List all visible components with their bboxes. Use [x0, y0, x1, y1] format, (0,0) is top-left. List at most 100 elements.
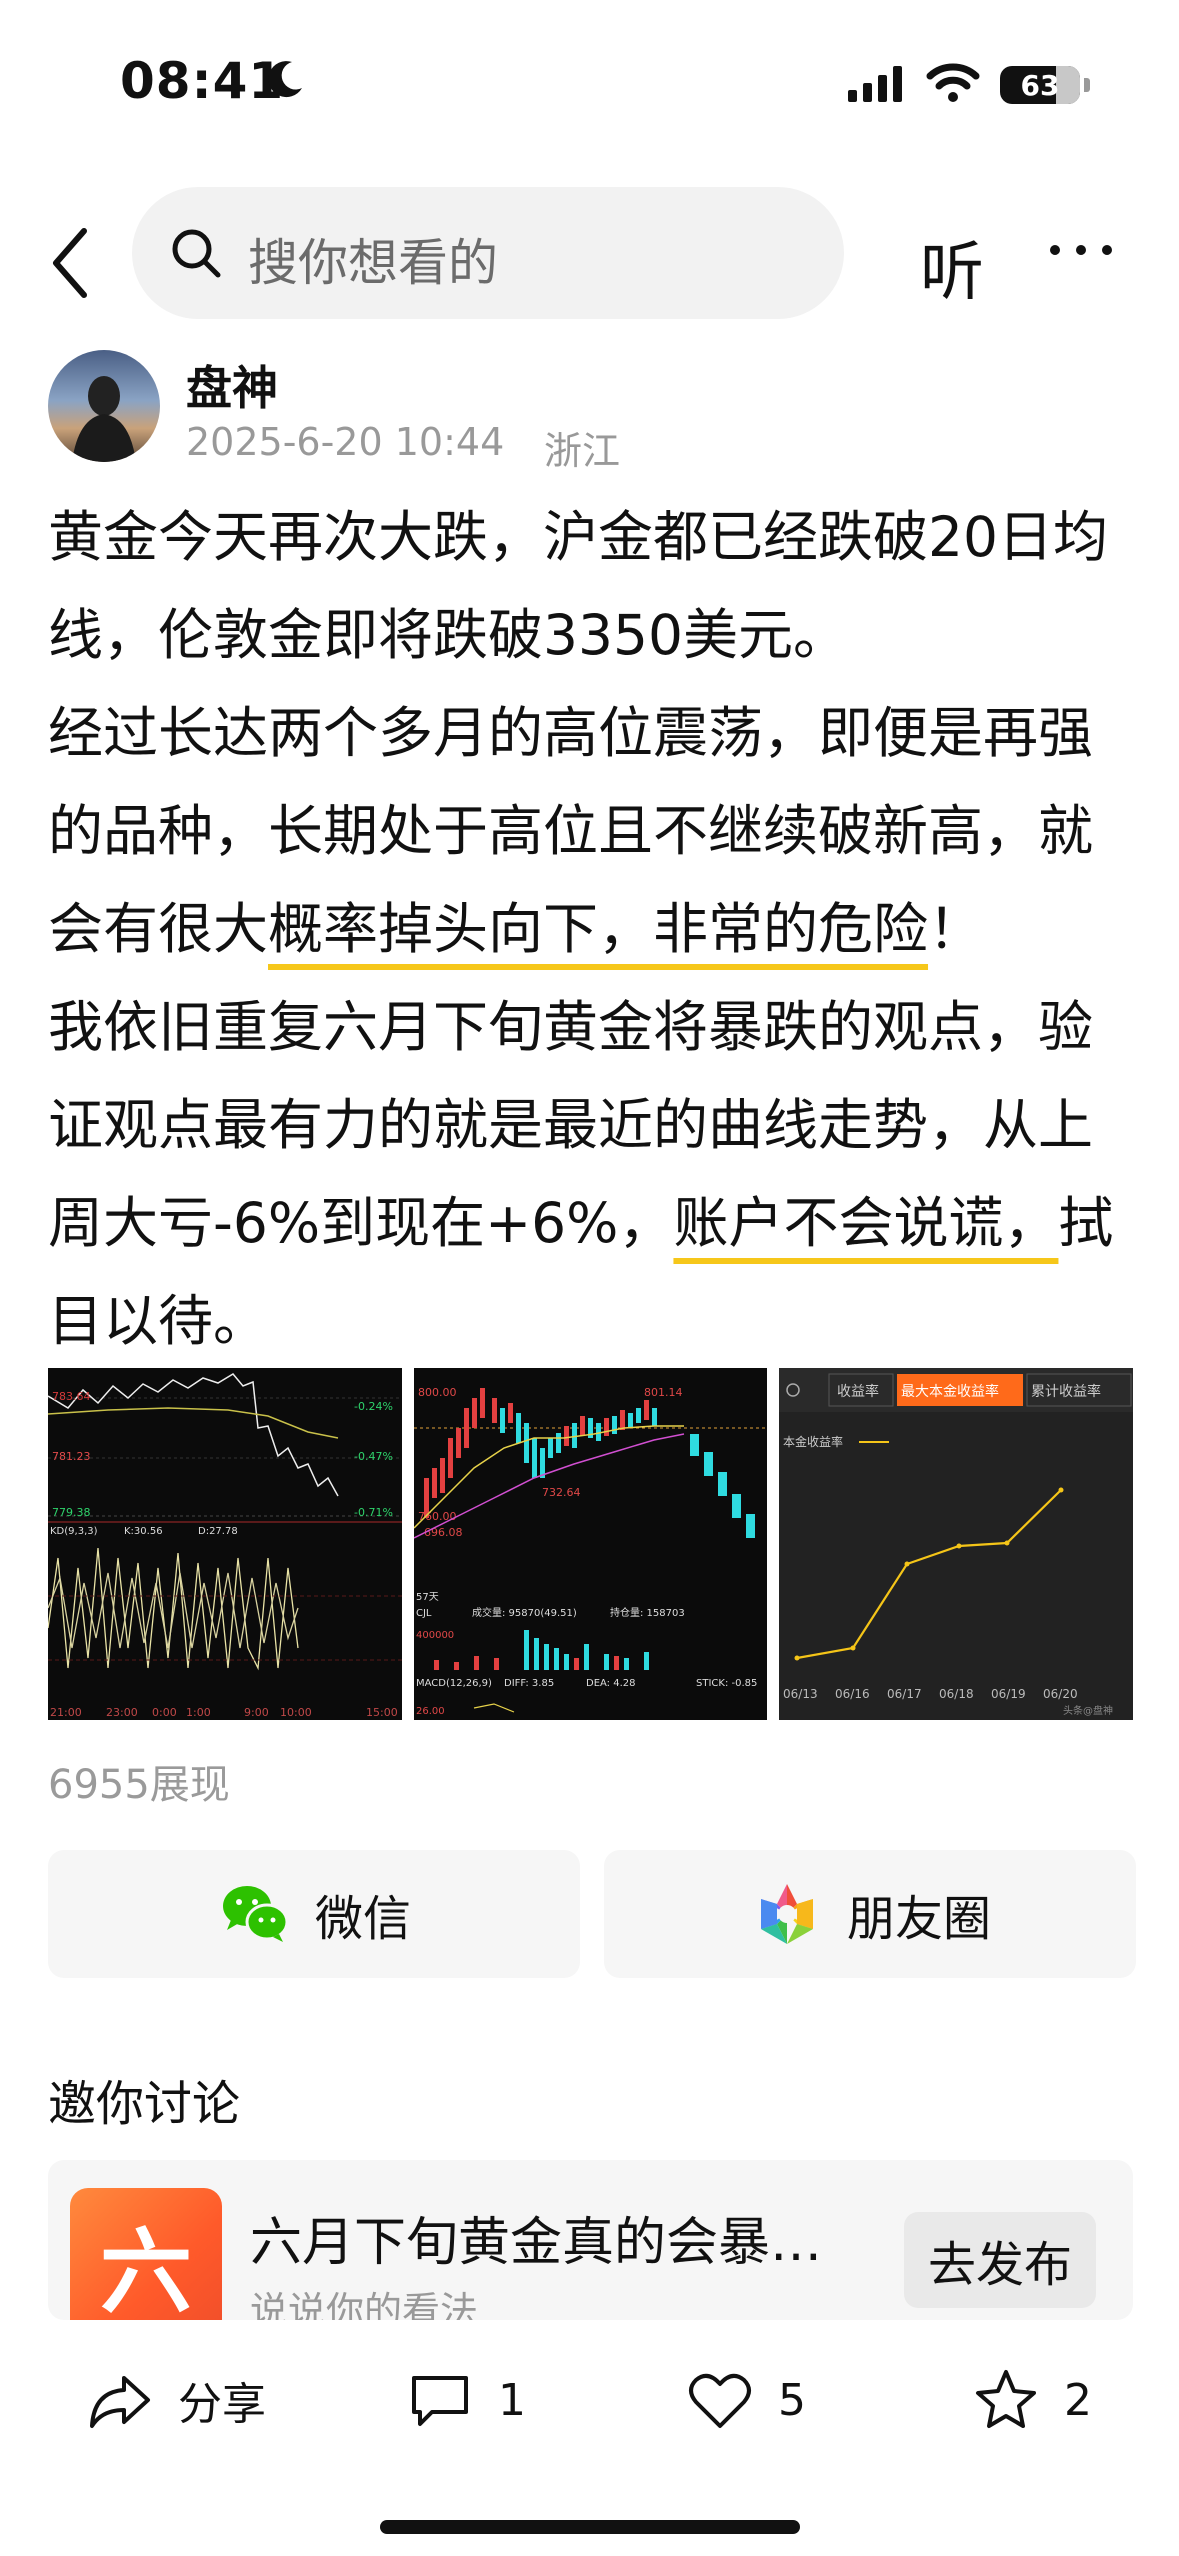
- status-bar: 08:41 63: [0, 0, 1179, 170]
- svg-text:06/20: 06/20: [1043, 1687, 1078, 1701]
- comment-icon: [412, 2376, 468, 2426]
- data-point: [956, 1543, 962, 1549]
- status-time: 08:41: [120, 52, 285, 110]
- impressions-count: 6955展现: [48, 1762, 230, 1808]
- wechat-icon: [222, 1886, 289, 1942]
- svg-text:06/13: 06/13: [783, 1687, 818, 1701]
- favorite-count: 2: [1064, 2374, 1092, 2426]
- chart-image-3[interactable]: 收益率 最大本金收益率 累计收益率 本金收益率 06/13 06/16 06/1…: [779, 1368, 1134, 1720]
- svg-text:持仓量: 158703: 持仓量: 158703: [610, 1606, 685, 1619]
- svg-text:732.64: 732.64: [542, 1486, 581, 1499]
- highlighted-text: 概率掉头向下，非常的危险: [268, 897, 929, 961]
- svg-text:23:00: 23:00: [106, 1706, 138, 1719]
- share-moments-label: 朋友圈: [846, 1891, 991, 1947]
- svg-text:DIFF: 3.85: DIFF: 3.85: [504, 1678, 554, 1689]
- top-nav: 搜你想看的 听: [0, 185, 1179, 325]
- like-count: 5: [778, 2374, 806, 2426]
- paragraph-1: 黄金今天再次大跌，沪金都已经跌破20日均线，伦敦金即将跌破3350美元。: [48, 505, 1108, 667]
- moments-icon: [760, 1884, 813, 1944]
- svg-text:06/18: 06/18: [939, 1687, 974, 1701]
- svg-text:-0.24%: -0.24%: [354, 1400, 393, 1413]
- moon-icon: [268, 61, 302, 98]
- post-time: 2025-6-20 10:44: [186, 420, 505, 464]
- svg-text:760.00: 760.00: [418, 1510, 457, 1523]
- data-point: [904, 1561, 910, 1567]
- svg-text:783.64: 783.64: [52, 1390, 91, 1403]
- post-content: 黄金今天再次大跌，沪金都已经跌破20日均线，伦敦金即将跌破3350美元。 经过长…: [48, 488, 1138, 1370]
- topic-thumbnail: 六: [70, 2188, 222, 2320]
- listen-button[interactable]: 听: [920, 221, 984, 313]
- cellular-signal-icon: [848, 66, 902, 102]
- svg-text:头条@盘神: 头条@盘神: [1063, 1704, 1113, 1717]
- svg-text:800.00: 800.00: [418, 1386, 457, 1399]
- svg-text:DEA: 4.28: DEA: 4.28: [586, 1678, 636, 1689]
- battery-icon: 63: [1000, 66, 1080, 104]
- svg-text:06/17: 06/17: [887, 1687, 922, 1701]
- svg-text:9:00: 9:00: [244, 1706, 269, 1719]
- favorite-action[interactable]: 2: [972, 2366, 1092, 2434]
- svg-text:-0.47%: -0.47%: [354, 1450, 393, 1463]
- svg-text:801.14: 801.14: [644, 1386, 683, 1399]
- svg-text:10:00: 10:00: [280, 1706, 312, 1719]
- home-indicator: [380, 2520, 800, 2534]
- svg-text:1:00: 1:00: [186, 1706, 211, 1719]
- paragraph-2: 经过长达两个多月的高位震荡，即便是再强的品种，长期处于高位且不继续破新高，就会有…: [48, 701, 1094, 961]
- data-point: [1058, 1487, 1064, 1493]
- back-arrow-icon[interactable]: [44, 223, 104, 303]
- svg-text:15:00: 15:00: [366, 1706, 398, 1719]
- data-point: [850, 1645, 856, 1651]
- star-icon: [976, 2370, 1036, 2428]
- svg-text:781.23: 781.23: [52, 1450, 91, 1463]
- data-point: [794, 1655, 800, 1661]
- svg-text:26.00: 26.00: [416, 1706, 445, 1717]
- discuss-heading: 邀你讨论: [48, 2076, 241, 2132]
- share-action[interactable]: 分享: [86, 2366, 266, 2434]
- battery-level: 63: [1020, 68, 1060, 102]
- more-options-icon[interactable]: [1050, 245, 1112, 255]
- svg-text:06/16: 06/16: [835, 1687, 870, 1701]
- svg-text:累计收益率: 累计收益率: [1031, 1383, 1101, 1400]
- paragraph-3: 我依旧重复六月下旬黄金将暴跌的观点，验证观点最有力的就是最近的曲线走势，从上周大…: [48, 995, 1114, 1353]
- svg-text:D:27.78: D:27.78: [198, 1526, 238, 1537]
- heart-icon: [689, 2373, 751, 2428]
- svg-text:STICK: -0.85: STICK: -0.85: [696, 1678, 757, 1689]
- svg-text:57天: 57天: [416, 1592, 439, 1603]
- topic-title[interactable]: 六月下旬黄金真的会暴…: [250, 2200, 850, 2275]
- comment-action[interactable]: 1: [406, 2366, 526, 2434]
- svg-text:MACD(12,26,9): MACD(12,26,9): [416, 1678, 492, 1689]
- publish-button[interactable]: 去发布: [904, 2212, 1096, 2308]
- comment-count: 1: [498, 2374, 526, 2426]
- svg-text:CJL: CJL: [416, 1608, 432, 1619]
- image-grid: 783.64 781.23 779.38 -0.24% -0.47% -0.71…: [48, 1368, 1134, 1720]
- search-bar[interactable]: 搜你想看的: [132, 187, 844, 319]
- share-moments-button[interactable]: 朋友圈: [604, 1850, 1136, 1978]
- topic-card[interactable]: 六 六月下旬黄金真的会暴… 说说你的看法 去发布: [48, 2160, 1133, 2320]
- svg-text:成交量: 95870(49.51): 成交量: 95870(49.51): [472, 1606, 577, 1619]
- svg-text:本金收益率: 本金收益率: [783, 1434, 843, 1449]
- wifi-icon: [926, 63, 980, 102]
- share-icon: [90, 2376, 150, 2428]
- share-wechat-label: 微信: [314, 1891, 411, 1947]
- svg-text:696.08: 696.08: [424, 1526, 463, 1539]
- svg-text:收益率: 收益率: [837, 1383, 879, 1400]
- chart-image-2[interactable]: 800.00 801.14 732.64 696.08 760.00 57天 C…: [413, 1368, 768, 1720]
- topic-subtitle: 说说你的看法: [250, 2289, 479, 2320]
- post-location: 浙江: [544, 429, 621, 473]
- like-action[interactable]: 5: [686, 2366, 806, 2434]
- svg-text:KD(9,3,3): KD(9,3,3): [50, 1526, 98, 1537]
- search-input[interactable]: 搜你想看的: [248, 223, 498, 295]
- author-avatar[interactable]: [48, 350, 160, 462]
- search-icon: [172, 229, 221, 278]
- svg-text:-0.71%: -0.71%: [354, 1506, 393, 1519]
- svg-text:779.38: 779.38: [52, 1506, 91, 1519]
- share-wechat-button[interactable]: 微信: [48, 1850, 580, 1978]
- svg-text:400000: 400000: [416, 1630, 454, 1641]
- svg-text:06/19: 06/19: [991, 1687, 1026, 1701]
- svg-text:0:00: 0:00: [152, 1706, 177, 1719]
- returns-line: [797, 1489, 1063, 1660]
- chart-image-1[interactable]: 783.64 781.23 779.38 -0.24% -0.47% -0.71…: [48, 1368, 402, 1720]
- svg-text:21:00: 21:00: [50, 1706, 82, 1719]
- author-name[interactable]: 盘神: [186, 352, 278, 418]
- svg-text:K:30.56: K:30.56: [124, 1526, 163, 1537]
- share-action-label: 分享: [178, 2379, 266, 2430]
